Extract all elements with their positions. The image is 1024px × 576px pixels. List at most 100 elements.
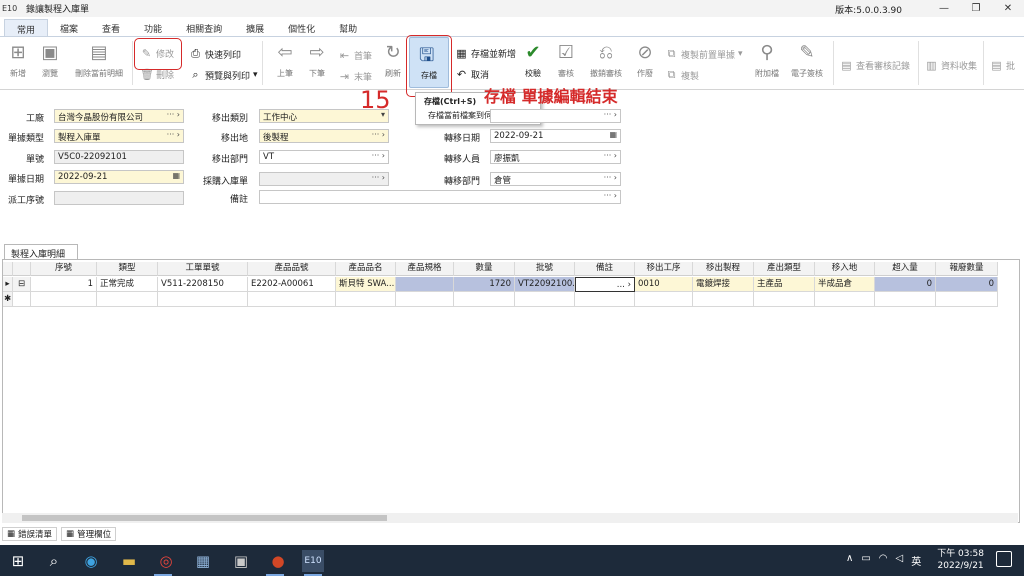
expand-icon[interactable]: ⊟ [13,277,31,292]
cell-name[interactable]: 斯貝特 SWA... [336,277,396,292]
tab-function[interactable]: 功能 [132,19,174,36]
from-dept-field[interactable]: VT ··· › [259,150,389,164]
volume-icon[interactable]: ◁ [896,553,904,568]
move-dept-field[interactable]: 倉管 ··· › [490,172,621,186]
move-date-field[interactable]: 2022-09-21 ▦ [490,129,621,143]
move-person-field[interactable]: 廖振凱 ··· › [490,150,621,164]
calendar-icon[interactable]: ▦ [609,130,617,139]
tab-help[interactable]: 幫助 [327,19,369,36]
chevron-right-icon[interactable]: › [628,280,631,290]
new-button[interactable]: ⊞ 新增 [4,42,32,79]
cancel-button[interactable]: ↶ 取消 [455,68,489,81]
void-button[interactable]: ⊘ 作廢 [632,42,658,79]
refresh-button[interactable]: ↻ 刷新 [380,42,406,79]
tab-common[interactable]: 常用 [4,19,49,36]
column-header[interactable]: 工單單號 [158,262,248,276]
lookup-icon[interactable]: ··· › [372,130,385,139]
from-loc-field[interactable]: 後製程 ··· › [259,129,389,143]
validate-button[interactable]: ✔ 校驗 [520,42,546,79]
scrollbar-thumb[interactable] [22,515,387,521]
collect-button[interactable]: ▥ 資料收集 [925,59,977,72]
lookup-icon[interactable]: ··· › [604,151,617,160]
chevron-up-icon[interactable]: ∧ [846,553,853,568]
next-button[interactable]: ⇨ 下筆 [304,42,330,79]
tab-error-list[interactable]: ▦ 錯誤清單 [2,527,58,541]
clock[interactable]: 下午 03:58 2022/9/21 [937,548,984,572]
cell-to-location[interactable]: 半成品倉 [815,277,875,292]
windows-start-icon[interactable]: ⊞ [7,550,29,572]
lookup-icon[interactable]: ··· › [167,130,180,139]
column-header[interactable]: 類型 [97,262,158,276]
tab-view[interactable]: 查看 [90,19,132,36]
column-header[interactable]: 產出類型 [754,262,815,276]
lookup-icon[interactable]: ··· › [372,173,385,182]
column-header[interactable]: 產品規格 [396,262,454,276]
edge-icon[interactable]: ◉ [80,550,102,572]
calendar-icon[interactable]: ▦ [172,171,180,180]
column-header[interactable]: 批號 [515,262,575,276]
prev-button[interactable]: ⇦ 上筆 [272,42,298,79]
cell-seq[interactable]: 1 [31,277,97,292]
quick-print-button[interactable]: ⎙ 快速列印 [189,47,241,61]
cell-type[interactable]: 正常完成 [97,277,158,292]
lookup-icon[interactable]: ··· › [372,151,385,160]
lookup-icon[interactable]: ··· › [604,173,617,182]
column-header[interactable]: 產品品名 [336,262,396,276]
column-header[interactable]: 移出製程 [693,262,754,276]
from-type-select[interactable]: 工作中心 ▾ [259,109,389,123]
column-header-seq[interactable]: 序號 [31,262,97,276]
delete-detail-button[interactable]: ▤ 刪除當前明細 [70,42,128,79]
copy-button[interactable]: ⧉ 複製 [665,68,699,82]
wifi-icon[interactable]: ◠ [879,553,888,568]
cell-spec[interactable] [396,277,454,292]
browse-button[interactable]: ▣ 瀏覽 [36,42,64,79]
chrome-icon[interactable]: ◎ [155,550,177,572]
remark-field[interactable]: ··· › [259,190,621,204]
tab-personalize[interactable]: 個性化 [276,19,327,36]
notification-icon[interactable] [996,551,1012,567]
app-icon[interactable]: ▣ [230,550,252,572]
e10-app-icon[interactable]: E10 [302,550,324,572]
copy-prev-button[interactable]: ⧉ 複製前置單據 ▾ [665,47,743,61]
preview-print-button[interactable]: ⌕ 預覽與列印 ▾ [189,68,257,82]
powerpoint-icon[interactable]: ● [267,550,289,572]
search-icon[interactable]: ⌕ [43,550,65,572]
view-audit-button[interactable]: ▤ 查看審核記錄 [840,59,910,72]
close-button[interactable]: ✕ [992,0,1024,17]
cell-item[interactable]: E2202-A00061 [248,277,336,292]
column-header[interactable]: 報廢數量 [936,262,998,276]
row-pointer-icon[interactable]: ▸ [3,277,13,292]
chevron-down-icon[interactable]: ▾ [381,110,385,119]
right-top-field[interactable]: ··· › [490,109,621,123]
cell-scrap[interactable]: 0 [936,277,998,292]
horizontal-scrollbar[interactable] [2,513,1018,523]
lookup-icon[interactable]: ··· › [604,191,617,200]
batch-button[interactable]: ▤ 批 [990,59,1015,72]
ime-indicator[interactable]: 英 [911,553,921,568]
column-header[interactable]: 備註 [575,262,635,276]
cell-output-type[interactable]: 主產品 [754,277,815,292]
column-header[interactable]: 移出工序 [635,262,693,276]
calculator-icon[interactable]: ▦ [192,550,214,572]
cell-operation[interactable]: 0010 [635,277,693,292]
lookup-icon[interactable]: ··· › [167,110,180,119]
save-new-button[interactable]: ▦ 存檔並新增 [455,47,516,60]
restore-button[interactable]: ❐ [960,0,992,17]
column-header[interactable]: 超入量 [875,262,936,276]
cell-remark[interactable]: ... › [575,277,635,292]
tab-management-fields[interactable]: ▦ 管理欄位 [61,527,117,541]
table-row[interactable]: ▸ ⊟ 1 正常完成 V511-2208150 E2202-A00061 斯貝特… [3,277,998,292]
docdate-field[interactable]: 2022-09-21 ▦ [54,170,184,184]
unaudit-button[interactable]: ⎌ 撤銷審核 [586,42,626,79]
cell-process[interactable]: 電鍍焊接 [693,277,754,292]
folder-icon[interactable]: ▬ [118,550,140,572]
purchase-field[interactable]: ··· › [259,172,389,186]
tab-related-query[interactable]: 相關查詢 [174,19,234,36]
cell-over[interactable]: 0 [875,277,936,292]
new-row-icon[interactable]: ✱ [3,292,13,307]
column-header[interactable]: 移入地 [815,262,875,276]
tab-file[interactable]: 檔案 [48,19,90,36]
last-button[interactable]: ⇥ 末筆 [338,70,372,83]
minimize-button[interactable]: — [928,0,960,17]
esign-button[interactable]: ✎ 電子簽核 [786,42,828,79]
